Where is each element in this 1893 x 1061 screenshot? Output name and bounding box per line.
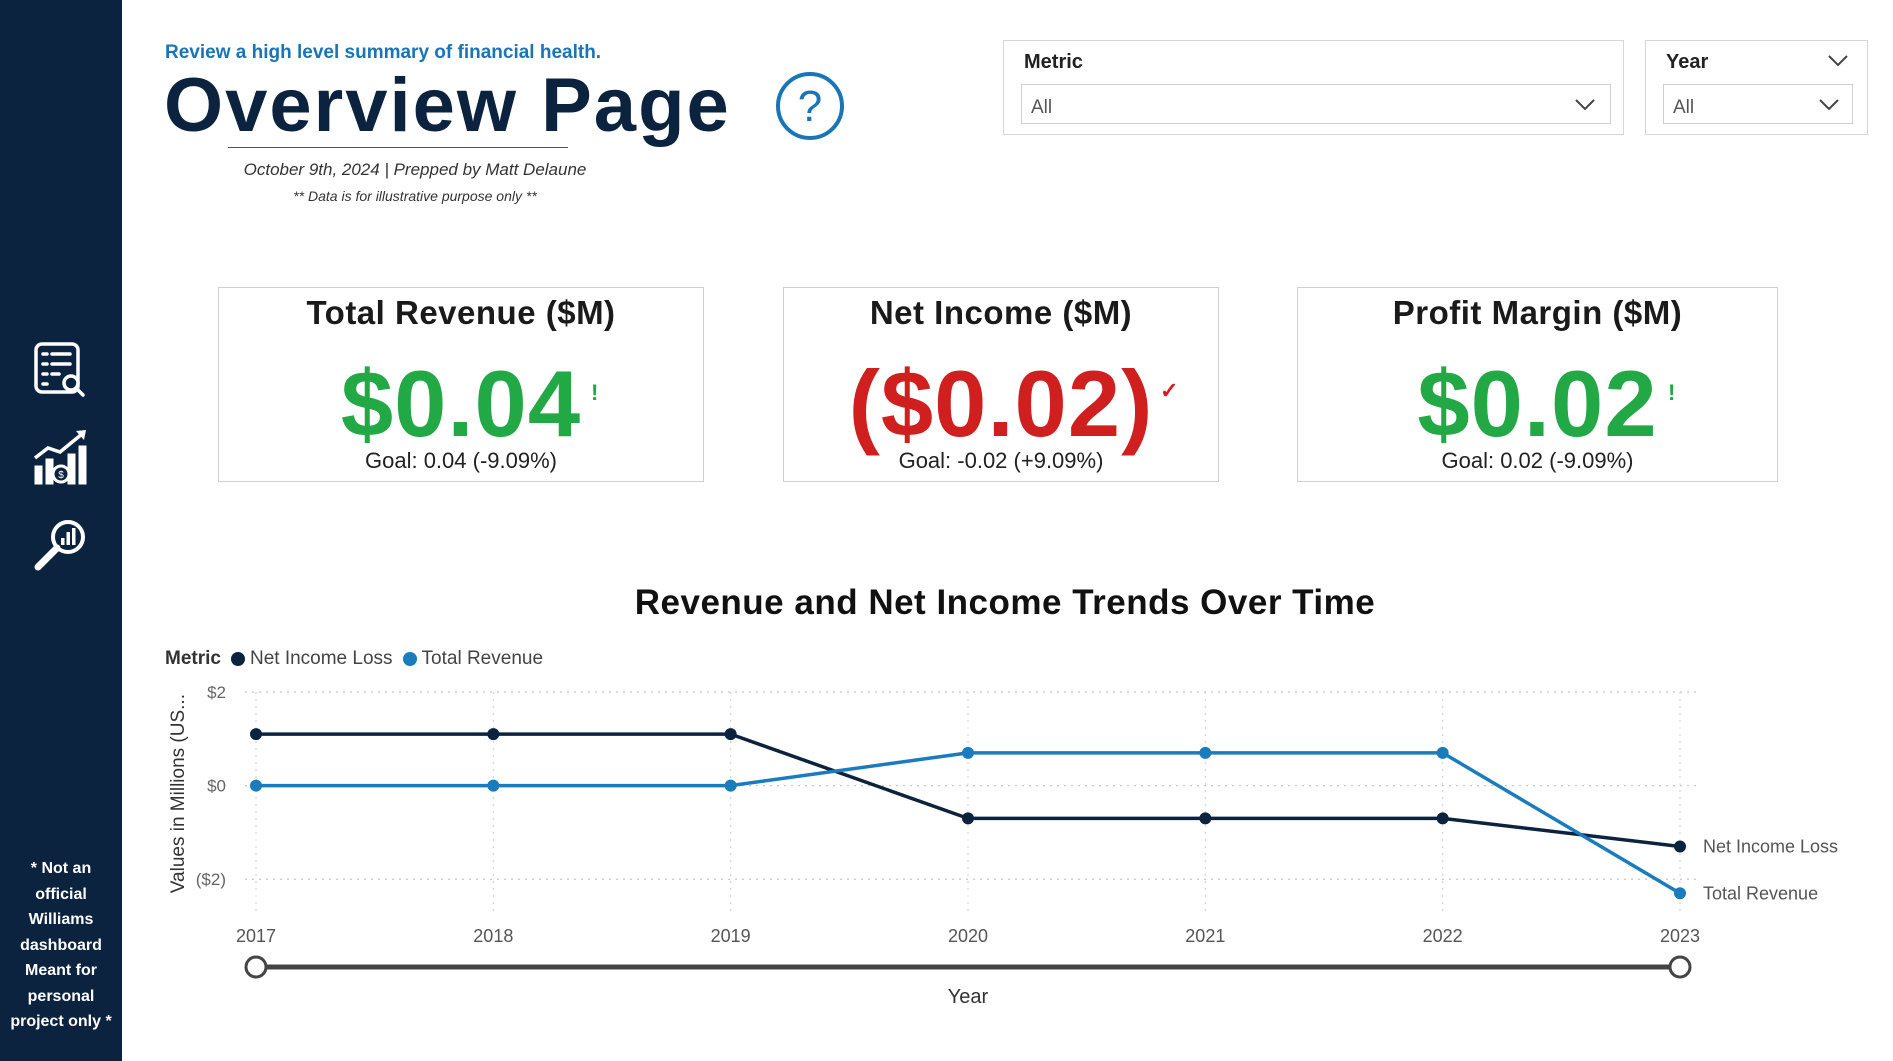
data-point[interactable] — [250, 779, 262, 792]
y-tick-label: ($2) — [196, 870, 226, 889]
help-question-icon[interactable]: ? — [775, 71, 845, 141]
sidebar: $ * Not an official Williams dashboard M… — [0, 0, 122, 1061]
kpi-status-icon: ✓ — [1160, 378, 1179, 403]
x-tick-label: 2021 — [1185, 926, 1225, 946]
legend-dot — [402, 652, 417, 666]
data-point[interactable] — [962, 812, 974, 825]
x-tick-label: 2019 — [711, 926, 751, 946]
y-tick-label: $2 — [207, 683, 226, 702]
metric-slicer-label: Metric — [1024, 51, 1083, 73]
chart-legend: Metric Net Income Loss Total Revenue — [165, 648, 553, 670]
report-search-icon[interactable] — [30, 340, 90, 400]
data-point[interactable] — [1436, 812, 1449, 825]
chevron-down-icon — [1819, 99, 1839, 111]
title-divider — [228, 147, 568, 148]
series-end-label: Net Income Loss — [1703, 836, 1838, 856]
metric-slicer: Metric All — [1003, 40, 1624, 135]
series-end-label: Total Revenue — [1703, 883, 1818, 903]
svg-text:?: ? — [798, 82, 822, 131]
metric-dropdown[interactable]: All — [1021, 84, 1611, 124]
kpi-title: Total Revenue ($M) — [306, 294, 616, 331]
kpi-card-net-income[interactable]: Net Income ($M) ($0.02) ✓ Goal: -0.02 (+… — [783, 287, 1219, 482]
kpi-card-profit-margin[interactable]: Profit Margin ($M) $0.02 ! Goal: 0.02 (-… — [1297, 287, 1778, 482]
year-dropdown-value: All — [1673, 97, 1695, 118]
chart-title: Revenue and Net Income Trends Over Time — [634, 583, 1376, 622]
data-point[interactable] — [1199, 812, 1212, 825]
legend-label: Total Revenue — [421, 648, 544, 669]
kpi-value: ($0.02) — [848, 351, 1154, 456]
analytics-magnifier-icon[interactable] — [30, 515, 90, 575]
kpi-title: Net Income ($M) — [869, 294, 1133, 331]
disclaimer-note: * Not an official Williams dashboard Mea… — [10, 860, 112, 1030]
kpi-value: $0.04 — [340, 351, 582, 456]
legend-item-net-income[interactable]: Net Income Loss — [230, 648, 393, 670]
x-tick-label: 2020 — [948, 926, 988, 946]
data-point[interactable] — [487, 728, 500, 741]
data-point[interactable] — [1674, 887, 1686, 900]
data-point[interactable] — [724, 779, 737, 792]
x-tick-label: 2017 — [236, 926, 276, 946]
kpi-status-icon: ! — [1668, 380, 1676, 405]
kpi-card-total-revenue[interactable]: Total Revenue ($M) $0.04 ! Goal: 0.04 (-… — [218, 287, 704, 482]
x-tick-label: 2018 — [473, 926, 513, 946]
year-slicer-label: Year — [1666, 51, 1709, 73]
year-dropdown[interactable]: All — [1663, 84, 1853, 124]
data-point[interactable] — [962, 746, 974, 759]
page-subtitle: Review a high level summary of financial… — [165, 42, 602, 63]
legend-label: Net Income Loss — [249, 648, 393, 669]
financial-growth-chart-icon[interactable]: $ — [30, 428, 90, 488]
kpi-goal: Goal: 0.04 (-9.09%) — [365, 448, 557, 473]
x-tick-label: 2022 — [1423, 926, 1463, 946]
chevron-down-icon[interactable] — [1827, 54, 1849, 68]
date-prepped-line: October 9th, 2024 | Prepped by Matt Dela… — [243, 160, 587, 179]
y-tick-label: $0 — [207, 777, 226, 796]
kpi-title: Profit Margin ($M) — [1392, 294, 1683, 331]
kpi-value: $0.02 — [1417, 351, 1658, 456]
data-point[interactable] — [1199, 746, 1212, 759]
data-point[interactable] — [1674, 840, 1686, 853]
kpi-goal: Goal: -0.02 (+9.09%) — [898, 448, 1104, 473]
chevron-down-icon — [1575, 99, 1595, 111]
data-point[interactable] — [250, 728, 262, 741]
kpi-status-icon: ! — [591, 380, 599, 405]
data-point[interactable] — [1436, 746, 1449, 759]
metric-dropdown-value: All — [1031, 97, 1053, 118]
year-slicer: Year All — [1645, 40, 1868, 135]
kpi-goal: Goal: 0.02 (-9.09%) — [1441, 448, 1634, 473]
x-axis-title: Year — [948, 986, 989, 1008]
trend-line-chart[interactable]: Values in Millions (US... $2 $0 ($2) 2017 201… — [150, 670, 1850, 1061]
slider-start-handle[interactable] — [244, 955, 268, 979]
page-title: Overview Page — [164, 63, 731, 148]
y-axis-title: Values in Millions (US... — [168, 694, 189, 893]
legend-title: Metric — [165, 648, 221, 669]
slider-end-handle[interactable] — [1668, 955, 1692, 979]
legend-dot — [230, 652, 245, 666]
data-point[interactable] — [724, 728, 737, 741]
data-point[interactable] — [487, 779, 500, 792]
x-tick-label: 2023 — [1660, 926, 1700, 946]
legend-item-total-revenue[interactable]: Total Revenue — [402, 648, 544, 670]
svg-text:$: $ — [58, 470, 64, 481]
illustrative-note: ** Data is for illustrative purpose only… — [293, 188, 537, 204]
